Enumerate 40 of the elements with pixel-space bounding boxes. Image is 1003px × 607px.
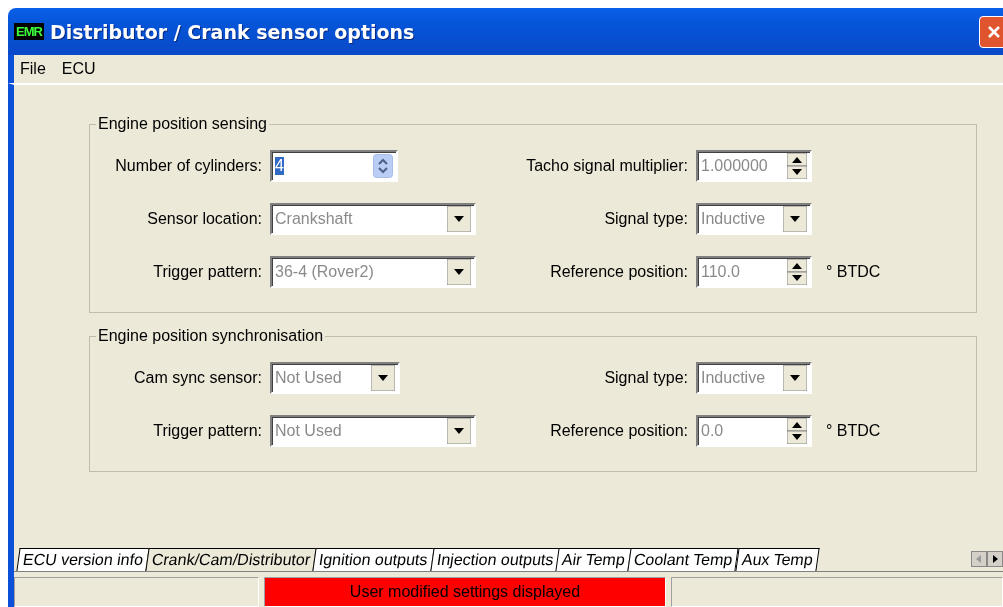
field-label: Reference position: xyxy=(549,262,688,281)
field-label: Sensor location: xyxy=(146,209,262,228)
tab[interactable]: Injection outputs xyxy=(430,548,560,571)
tab[interactable]: Ignition outputs xyxy=(312,548,435,571)
window-title: Distributor / Crank sensor options xyxy=(49,20,415,43)
tab[interactable]: Coolant Temp xyxy=(627,548,740,571)
field-value: Not Used xyxy=(275,421,342,440)
tab[interactable]: Air Temp xyxy=(555,548,632,571)
tab-scroll-arrows-icon[interactable] xyxy=(971,551,1003,567)
field-value: 110.0 xyxy=(701,262,740,281)
group-title: Engine position sensing xyxy=(97,115,268,133)
field-label: Number of cylinders: xyxy=(114,156,262,175)
field-value: Crankshaft xyxy=(275,209,353,228)
spin-arrows-icon[interactable] xyxy=(373,153,393,178)
field-value: Inductive xyxy=(701,368,766,387)
close-icon xyxy=(986,24,1002,40)
group-title: Engine position synchronisation xyxy=(97,327,325,345)
field-value: 4 xyxy=(275,156,284,175)
field-value: 1.000000 xyxy=(701,156,768,175)
tab[interactable]: ECU version info xyxy=(16,548,150,571)
menu-item[interactable]: ECU xyxy=(61,60,96,78)
status-message: User modified settings displayed xyxy=(264,577,666,607)
tab[interactable]: Crank/Cam/Distributor xyxy=(145,548,317,571)
tab[interactable]: Aux Temp xyxy=(735,548,820,571)
field-label: Signal type: xyxy=(603,368,688,387)
field-label: Trigger pattern: xyxy=(152,421,262,440)
unit-label: ° BTDC xyxy=(826,262,881,281)
field-value: Not Used xyxy=(275,368,342,387)
field-label: Reference position: xyxy=(549,421,688,440)
field-label: Signal type: xyxy=(603,209,688,228)
unit-label: ° BTDC xyxy=(826,421,881,440)
app-logo: EMR xyxy=(14,23,44,40)
field-value: 36-4 (Rover2) xyxy=(275,262,374,281)
field-value: Inductive xyxy=(701,209,766,228)
field-label: Cam sync sensor: xyxy=(132,368,262,387)
spin-box[interactable]: 4 xyxy=(270,149,398,182)
menu-item[interactable]: File xyxy=(20,60,46,78)
field-value: 0.0 xyxy=(701,421,724,440)
field-label: Trigger pattern: xyxy=(152,262,262,281)
field-label: Tacho signal multiplier: xyxy=(525,156,688,175)
